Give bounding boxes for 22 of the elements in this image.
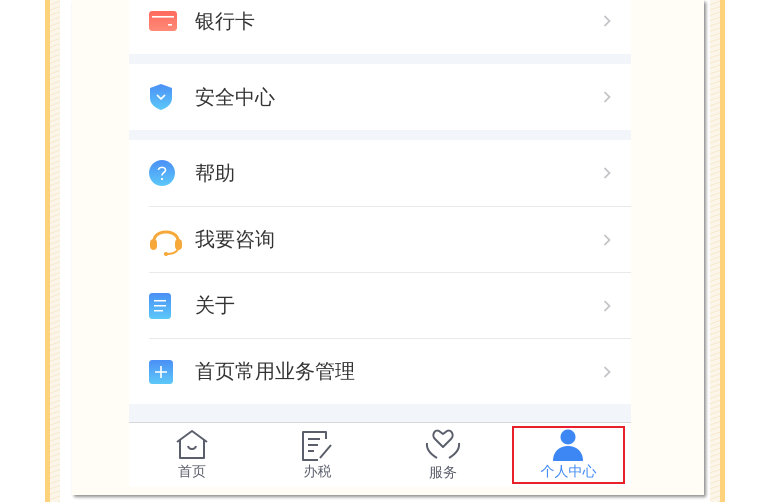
home-icon bbox=[174, 429, 209, 461]
menu-item[interactable]: 首页常用业务管理 bbox=[149, 338, 631, 404]
tab[interactable]: 办税 bbox=[260, 426, 374, 484]
edit-icon bbox=[300, 429, 334, 461]
help-icon bbox=[149, 160, 175, 186]
tab[interactable]: 首页 bbox=[135, 426, 248, 484]
card-icon bbox=[149, 11, 177, 31]
chevron-icon bbox=[603, 91, 611, 103]
chevron-icon bbox=[603, 366, 611, 378]
menu-item[interactable]: 帮助 bbox=[149, 140, 631, 206]
chevron-icon bbox=[603, 300, 611, 312]
chevron-icon bbox=[603, 167, 611, 179]
person-icon bbox=[552, 429, 584, 461]
tab[interactable]: 服务 bbox=[386, 426, 500, 484]
chevron-icon bbox=[603, 234, 611, 246]
menu-item[interactable]: 我要咨询 bbox=[149, 206, 631, 272]
plus-icon bbox=[149, 360, 173, 384]
tab[interactable]: 个人中心 bbox=[512, 426, 625, 484]
document-icon bbox=[149, 292, 171, 318]
menu-item[interactable]: 关于 bbox=[149, 272, 631, 338]
shield-icon bbox=[149, 83, 173, 111]
chevron-icon bbox=[603, 15, 611, 27]
